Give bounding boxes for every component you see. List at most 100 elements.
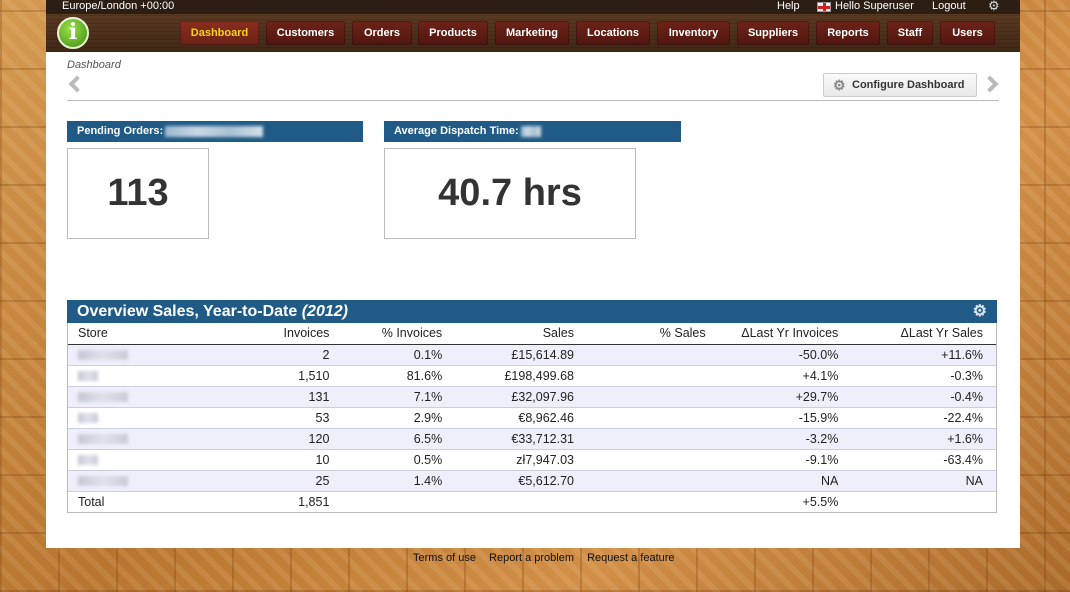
breadcrumb: Dashboard [67,59,121,71]
ly-sales-cell: -63.4% [851,449,996,471]
request-feature-link[interactable]: Request a feature [587,552,674,564]
redacted-text [520,125,541,137]
table-row[interactable]: 25 1.4% €5,612.70 NA NA [68,470,996,492]
pct-invoices-cell: 0.1% [342,344,456,366]
app-logo[interactable]: i [57,17,89,49]
col-pct-sales[interactable]: % Sales [586,323,719,345]
main-panel: Dashboard ⚙ Configure Dashboard Pending … [46,52,1020,548]
total-invoices: 1,851 [187,490,343,512]
col-ly-sales[interactable]: ΔLast Yr Sales [851,323,996,345]
col-invoices[interactable]: Invoices [187,323,343,345]
terms-link[interactable]: Terms of use [413,552,476,564]
timezone-label: Europe/London +00:00 [62,0,175,12]
pending-orders-title: Pending Orders: [77,125,164,137]
gear-icon: ⚙ [833,77,846,93]
invoices-cell: 131 [187,386,343,408]
table-row[interactable]: 131 7.1% £32,097.96 +29.7% -0.4% [68,386,996,408]
main-nav: i Dashboard Customers Orders Products Ma… [46,14,1020,52]
dispatch-time-value: 40.7 hrs [384,148,636,239]
table-row[interactable]: 2 0.1% £15,614.89 -50.0% +11.6% [68,344,996,366]
overview-header: Overview Sales, Year-to-Date (2012) ⚙ [67,300,997,323]
top-bar: Europe/London +00:00 Help Hello Superuse… [46,0,1020,14]
nav-suppliers[interactable]: Suppliers [737,21,809,45]
ly-sales-cell: -0.4% [851,386,996,408]
next-arrow-icon[interactable] [981,75,999,93]
empty-cell [455,490,587,512]
invoices-cell: 2 [187,344,343,366]
store-cell [68,407,188,429]
divider [67,100,999,101]
pct-sales-cell [586,470,719,492]
overview-title: Overview Sales, Year-to-Date [77,303,298,320]
redacted-store [78,392,128,403]
pct-invoices-cell: 1.4% [342,470,456,492]
empty-cell [586,490,719,512]
overview-table: Store Invoices % Invoices Sales % Sales … [67,323,997,513]
pct-sales-cell [586,407,719,429]
dispatch-time-header: Average Dispatch Time: [384,121,681,142]
invoices-cell: 1,510 [187,365,343,387]
ly-invoices-cell: -9.1% [718,449,852,471]
col-ly-invoices[interactable]: ΔLast Yr Invoices [718,323,852,345]
col-pct-invoices[interactable]: % Invoices [342,323,456,345]
nav-users[interactable]: Users [940,21,995,45]
sales-cell: €33,712.31 [455,428,587,450]
nav-dashboard[interactable]: Dashboard [180,21,259,45]
ly-sales-cell: -0.3% [851,365,996,387]
footer: Terms of use Report a problem Request a … [413,552,685,564]
ly-invoices-cell: -3.2% [718,428,852,450]
empty-cell [851,490,996,512]
sales-cell: zł7,947.03 [455,449,587,471]
nav-products[interactable]: Products [418,21,488,45]
sales-cell: €8,962.46 [455,407,587,429]
redacted-store [78,434,128,445]
col-store[interactable]: Store [68,323,188,345]
nav-staff[interactable]: Staff [887,21,933,45]
pct-invoices-cell: 7.1% [342,386,456,408]
settings-gear-icon[interactable]: ⚙ [988,0,1000,13]
invoices-cell: 10 [187,449,343,471]
redacted-store [78,350,128,361]
store-cell [68,386,188,408]
nav-inventory[interactable]: Inventory [657,21,730,45]
pct-invoices-cell: 2.9% [342,407,456,429]
store-cell [68,470,188,492]
redacted-store [78,455,98,466]
total-row: Total 1,851 +5.5% [68,490,996,512]
invoices-cell: 25 [187,470,343,492]
ly-sales-cell: -22.4% [851,407,996,429]
table-row[interactable]: 120 6.5% €33,712.31 -3.2% +1.6% [68,428,996,450]
nav-orders[interactable]: Orders [352,21,412,45]
overview-year: (2012) [301,303,348,320]
nav-locations[interactable]: Locations [576,21,650,45]
pending-orders-value: 113 [67,148,209,239]
help-link[interactable]: Help [777,0,800,13]
pct-sales-cell [586,344,719,366]
nav-reports[interactable]: Reports [816,21,880,45]
pending-orders-header: Pending Orders: [67,121,363,142]
table-row[interactable]: 10 0.5% zł7,947.03 -9.1% -63.4% [68,449,996,471]
sales-cell: €5,612.70 [455,470,587,492]
user-greeting[interactable]: Hello Superuser [835,0,914,13]
empty-cell [342,490,456,512]
logout-link[interactable]: Logout [932,0,966,13]
dispatch-time-title: Average Dispatch Time: [394,125,519,137]
overview-settings-gear-icon[interactable]: ⚙ [973,300,987,323]
store-cell [68,449,188,471]
configure-dashboard-button[interactable]: ⚙ Configure Dashboard [823,73,977,97]
ly-sales-cell: +11.6% [851,344,996,366]
ly-invoices-cell: +29.7% [718,386,852,408]
ly-sales-cell: NA [851,470,996,492]
pct-sales-cell [586,386,719,408]
pct-invoices-cell: 6.5% [342,428,456,450]
redacted-text [165,125,264,137]
report-problem-link[interactable]: Report a problem [489,552,574,564]
table-header-row: Store Invoices % Invoices Sales % Sales … [68,323,996,345]
table-row[interactable]: 53 2.9% €8,962.46 -15.9% -22.4% [68,407,996,429]
col-sales[interactable]: Sales [455,323,587,345]
table-row[interactable]: 1,510 81.6% £198,499.68 +4.1% -0.3% [68,365,996,387]
nav-customers[interactable]: Customers [266,21,345,45]
store-cell [68,365,188,387]
nav-marketing[interactable]: Marketing [495,21,569,45]
prev-arrow-icon[interactable] [68,75,86,93]
